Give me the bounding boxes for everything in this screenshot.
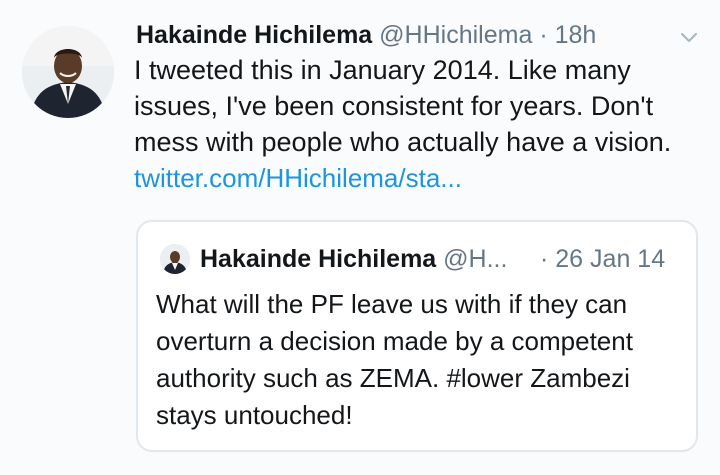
tweet-text: I tweeted this in January 2014. Like man… bbox=[134, 55, 672, 157]
quoted-tweet-header: Hakainde Hichilema @H... bbox=[200, 242, 507, 276]
author-handle[interactable]: @HHichilema bbox=[379, 21, 532, 49]
chevron-down-icon[interactable] bbox=[678, 26, 700, 48]
quoted-tweet-text: What will the PF leave us with if they c… bbox=[156, 289, 633, 430]
dot-separator: · bbox=[539, 21, 548, 49]
tweet-time[interactable]: 18h bbox=[555, 21, 597, 49]
author-name[interactable]: Hakainde Hichilema bbox=[136, 21, 372, 49]
profile-photo-icon bbox=[22, 26, 114, 118]
quoted-tweet-date: 26 Jan 14 bbox=[555, 245, 666, 273]
profile-photo-icon bbox=[160, 244, 190, 274]
tweet-card[interactable]: Hakainde Hichilema @HHichilema · 18h I t… bbox=[0, 0, 720, 475]
quoted-tweet-card[interactable]: Hakainde Hichilema @H... · 26 Jan 14 Wha… bbox=[136, 220, 698, 452]
tweet-header: Hakainde Hichilema @HHichilema · 18h bbox=[136, 18, 596, 52]
quoted-author-name: Hakainde Hichilema bbox=[200, 245, 437, 273]
quoted-tweet-date-group: · 26 Jan 14 bbox=[540, 242, 665, 276]
quoted-author-handle: @H... bbox=[443, 245, 508, 273]
tweet-link[interactable]: twitter.com/HHichilema/sta... bbox=[134, 160, 462, 196]
dot-separator: · bbox=[540, 245, 549, 273]
quoted-author-avatar bbox=[160, 244, 190, 274]
author-avatar[interactable] bbox=[22, 26, 114, 118]
